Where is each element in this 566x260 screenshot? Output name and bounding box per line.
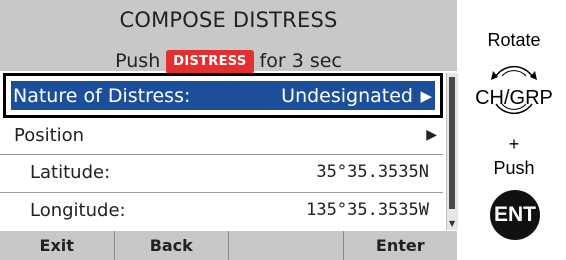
menu-scrollbar[interactable]: ▼: [446, 73, 458, 230]
triangle-right-icon: ▶: [426, 127, 437, 143]
softkey-back[interactable]: Back: [113, 231, 229, 260]
push-suffix: for 3 sec: [259, 50, 342, 72]
latitude-label: Latitude:: [30, 162, 111, 183]
softkey-enter[interactable]: Enter: [342, 231, 458, 260]
push-prefix: Push: [115, 50, 161, 72]
ent-button-icon: ENT: [490, 190, 540, 240]
nature-of-distress-value: Undesignated: [281, 85, 413, 107]
latitude-value: 35°35.3535N: [316, 162, 429, 182]
rotate-label: Rotate: [487, 30, 541, 50]
longitude-value: 135°35.3535W: [306, 200, 429, 220]
scrollbar-thumb[interactable]: [449, 77, 455, 209]
menu-item-position[interactable]: Position ▶: [0, 118, 443, 154]
scroll-down-arrow-icon: ▼: [449, 219, 456, 228]
softkey-bar: Exit Back Enter: [0, 231, 457, 260]
knob-label: CH/GRP: [475, 87, 553, 109]
menu-item-longitude[interactable]: Longitude: 135°35.3535W: [0, 193, 443, 229]
radio-display: COMPOSE DISTRESS Push DISTRESS for 3 sec N…: [0, 0, 458, 260]
nature-of-distress-label: Nature of Distress:: [13, 85, 191, 107]
menu-item-nature-of-distress[interactable]: Nature of Distress: Undesignated ▶: [3, 73, 443, 118]
screen-title: COMPOSE DISTRESS: [119, 8, 338, 32]
triangle-right-icon: ▶: [420, 87, 432, 105]
plus-label: +: [508, 134, 520, 154]
selected-highlight: Nature of Distress: Undesignated ▶: [11, 81, 435, 110]
screen-header: COMPOSE DISTRESS Push DISTRESS for 3 sec: [0, 0, 457, 74]
menu-item-latitude[interactable]: Latitude: 35°35.3535N: [0, 155, 443, 191]
softkey-exit[interactable]: Exit: [0, 231, 114, 260]
position-label: Position: [14, 125, 85, 146]
distress-badge: DISTRESS: [166, 50, 254, 74]
push-label: Push: [493, 158, 535, 178]
softkey-blank[interactable]: [228, 231, 343, 260]
longitude-label: Longitude:: [30, 200, 126, 221]
operation-guide: Rotate CH/GRP + Push ENT: [462, 0, 566, 260]
distress-instruction: Push DISTRESS for 3 sec: [0, 50, 457, 74]
